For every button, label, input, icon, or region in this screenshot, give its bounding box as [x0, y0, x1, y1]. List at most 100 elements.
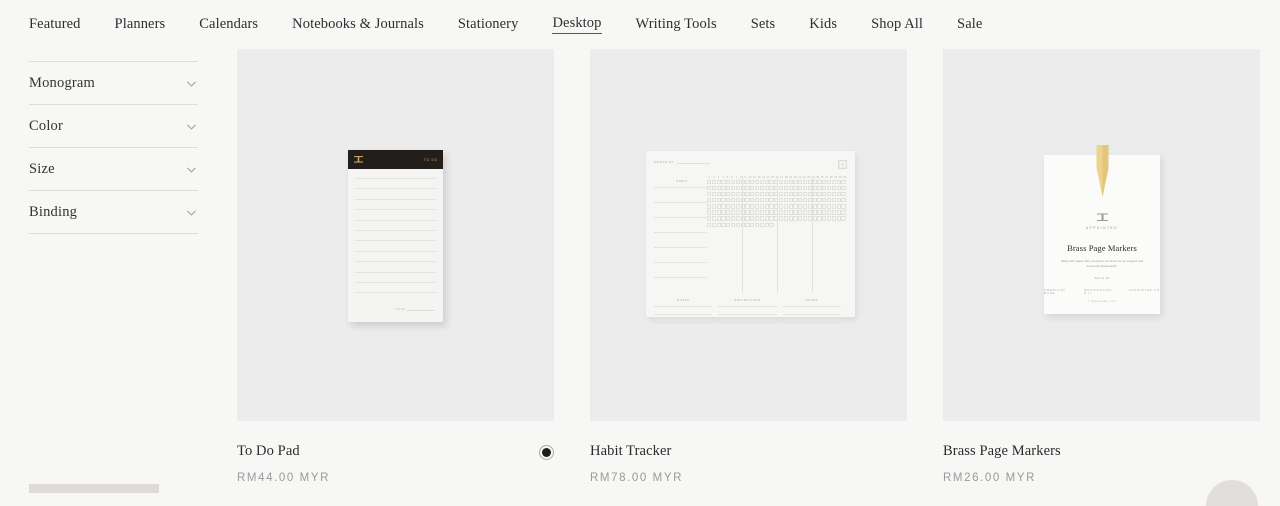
tracker-cell[interactable] [783, 186, 788, 191]
tracker-cell[interactable] [750, 222, 755, 227]
nav-item-sale[interactable]: Sale [957, 16, 982, 34]
tracker-cell[interactable] [802, 210, 808, 215]
tracker-cell[interactable] [817, 204, 822, 209]
tracker-cell[interactable] [716, 180, 721, 185]
tracker-cell[interactable] [764, 198, 769, 203]
tracker-cell[interactable] [730, 210, 736, 215]
tracker-cell[interactable] [730, 204, 736, 209]
tracker-cell[interactable] [841, 210, 846, 215]
tracker-cell[interactable] [783, 216, 788, 221]
tracker-cell[interactable] [788, 186, 793, 191]
tracker-cell[interactable] [798, 216, 803, 221]
filter-color[interactable]: Color [29, 105, 198, 148]
tracker-cell[interactable] [759, 186, 764, 191]
tracker-cell[interactable] [721, 204, 726, 209]
tracker-cell[interactable] [836, 216, 841, 221]
product-image-habit-tracker[interactable]: MONTH OF HABIT 1 2 3 4 5 6 7 8 9 10 11 1… [590, 49, 907, 421]
tracker-cell[interactable] [750, 180, 755, 185]
tracker-cell[interactable] [817, 198, 822, 203]
tracker-cell[interactable] [831, 204, 836, 209]
tracker-cell[interactable] [822, 180, 827, 185]
tracker-cell[interactable] [769, 222, 774, 227]
tracker-cell[interactable] [754, 222, 760, 227]
tracker-cell[interactable] [716, 210, 721, 215]
tracker-cell[interactable] [750, 210, 755, 215]
tracker-cell[interactable] [831, 210, 836, 215]
tracker-cell[interactable] [802, 186, 808, 191]
tracker-cell[interactable] [831, 180, 836, 185]
tracker-cell[interactable] [764, 192, 769, 197]
tracker-cell[interactable] [817, 180, 822, 185]
tracker-cell[interactable] [711, 204, 716, 209]
tracker-cell[interactable] [707, 210, 712, 215]
tracker-cell[interactable] [802, 204, 808, 209]
tracker-cell[interactable] [750, 192, 755, 197]
tracker-cell[interactable] [764, 222, 769, 227]
tracker-cell[interactable] [721, 180, 726, 185]
tracker-cell[interactable] [759, 198, 764, 203]
tracker-cell[interactable] [711, 192, 716, 197]
tracker-cell[interactable] [826, 204, 832, 209]
nav-item-planners[interactable]: Planners [115, 16, 166, 34]
tracker-cell[interactable] [788, 204, 793, 209]
tracker-cell[interactable] [716, 186, 721, 191]
tracker-cell[interactable] [764, 216, 769, 221]
tracker-cell[interactable] [769, 186, 774, 191]
tracker-cell[interactable] [826, 192, 832, 197]
product-image-brass-page-markers[interactable]: APPOINTED Brass Page Markers Made with p… [943, 49, 1260, 421]
tracker-cell[interactable] [730, 180, 736, 185]
tracker-cell[interactable] [826, 180, 832, 185]
tracker-cell[interactable] [745, 222, 750, 227]
tracker-cell[interactable] [721, 198, 726, 203]
tracker-cell[interactable] [759, 192, 764, 197]
tracker-cell[interactable] [764, 204, 769, 209]
tracker-cell[interactable] [759, 216, 764, 221]
tracker-cell[interactable] [769, 180, 774, 185]
tracker-cell[interactable] [812, 216, 817, 221]
nav-item-notebooks-journals[interactable]: Notebooks & Journals [292, 16, 424, 34]
tracker-cell[interactable] [707, 180, 712, 185]
tracker-cell[interactable] [817, 186, 822, 191]
tracker-cell[interactable] [836, 192, 841, 197]
tracker-cell[interactable] [711, 180, 716, 185]
tracker-cell[interactable] [822, 210, 827, 215]
tracker-cell[interactable] [841, 186, 846, 191]
tracker-cell[interactable] [730, 216, 736, 221]
tracker-cell[interactable] [730, 222, 736, 227]
tracker-cell[interactable] [735, 198, 740, 203]
tracker-cell[interactable] [735, 180, 740, 185]
tracker-cell[interactable] [783, 180, 788, 185]
tracker-cell[interactable] [802, 180, 808, 185]
tracker-cell[interactable] [726, 198, 731, 203]
tracker-cell[interactable] [841, 192, 846, 197]
tracker-cell[interactable] [778, 186, 784, 191]
tracker-cell[interactable] [812, 198, 817, 203]
tracker-cell[interactable] [769, 210, 774, 215]
tracker-cell[interactable] [802, 198, 808, 203]
tracker-cell[interactable] [745, 204, 750, 209]
tracker-cell[interactable] [793, 192, 798, 197]
tracker-cell[interactable] [836, 180, 841, 185]
tracker-cell[interactable] [831, 198, 836, 203]
tracker-cell[interactable] [735, 216, 740, 221]
tracker-cell[interactable] [769, 216, 774, 221]
tracker-cell[interactable] [778, 210, 784, 215]
tracker-cell[interactable] [822, 192, 827, 197]
tracker-cell[interactable] [735, 192, 740, 197]
tracker-cell[interactable] [822, 198, 827, 203]
tracker-cell[interactable] [716, 204, 721, 209]
filter-binding[interactable]: Binding [29, 191, 198, 234]
product-image-to-do-pad[interactable]: TO DO DATE [237, 49, 554, 421]
tracker-cell[interactable] [826, 210, 832, 215]
tracker-cell[interactable] [778, 192, 784, 197]
tracker-cell[interactable] [745, 198, 750, 203]
tracker-cell[interactable] [735, 210, 740, 215]
tracker-cell[interactable] [788, 210, 793, 215]
tracker-cell[interactable] [716, 192, 721, 197]
tracker-cell[interactable] [745, 210, 750, 215]
tracker-cell[interactable] [750, 216, 755, 221]
tracker-cell[interactable] [783, 204, 788, 209]
tracker-cell[interactable] [711, 216, 716, 221]
tracker-cell[interactable] [788, 216, 793, 221]
tracker-cell[interactable] [783, 192, 788, 197]
